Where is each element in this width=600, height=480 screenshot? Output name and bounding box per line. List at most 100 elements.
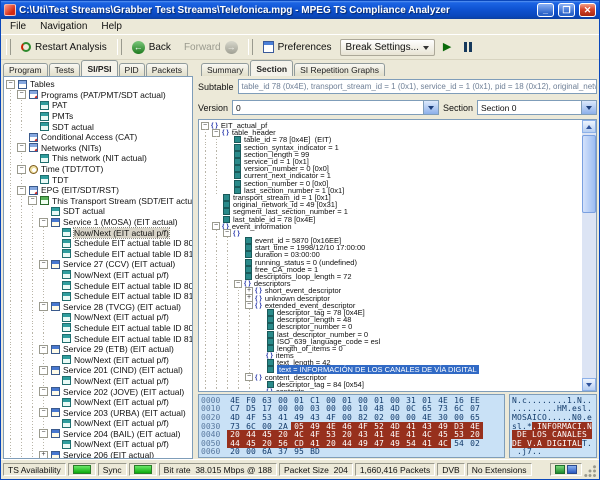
- hex-byte[interactable]: 4C: [435, 439, 451, 448]
- tree-item[interactable]: −Programs (PAT/PMT/SDT actual): [6, 90, 192, 101]
- detail-item[interactable]: descriptor_tag = 84 [0x54]: [201, 381, 582, 388]
- tree-item[interactable]: −Tables: [6, 79, 192, 90]
- tab-program[interactable]: Program: [3, 63, 48, 76]
- collapse-icon[interactable]: −: [17, 90, 26, 99]
- tree-item[interactable]: SDT actual: [6, 206, 192, 217]
- tree-item[interactable]: −Service 28 (TVCG) (EIT actual): [6, 301, 192, 312]
- tree-item[interactable]: Now/Next (EIT actual p/f): [6, 227, 192, 238]
- expand-icon[interactable]: +: [39, 451, 48, 459]
- tab-si-psi[interactable]: SI/PSI: [81, 60, 117, 76]
- detail-item[interactable]: text = INFORMACIÓN DE LOS CANALES DE VÍA…: [201, 366, 582, 373]
- hex-byte[interactable]: 20: [323, 439, 339, 448]
- detail-item[interactable]: +{ }short_event_descriptor: [201, 287, 582, 294]
- hex-byte[interactable]: BD: [307, 447, 323, 456]
- tree-item[interactable]: PMTs: [6, 111, 192, 122]
- tree-item[interactable]: −Service 1 (MOSA) (EIT actual): [6, 217, 192, 228]
- tree-item[interactable]: This network (NIT actual): [6, 153, 192, 164]
- tree-item[interactable]: Now/Next (EIT actual p/f): [6, 397, 192, 408]
- detail-item[interactable]: ISO_639_language_code = esl: [201, 338, 582, 345]
- collapse-icon[interactable]: −: [17, 143, 26, 152]
- tab-summary[interactable]: Summary: [201, 63, 249, 76]
- tree-item[interactable]: Now/Next (EIT actual p/f): [6, 312, 192, 323]
- scroll-down-button[interactable]: [582, 378, 596, 391]
- collapse-icon[interactable]: −: [39, 260, 48, 269]
- collapse-icon[interactable]: −: [39, 345, 48, 354]
- tree-item[interactable]: Schedule EIT actual table ID 80 (0x50): [6, 280, 192, 291]
- collapse-icon[interactable]: −: [17, 186, 26, 195]
- tree-item[interactable]: PAT: [6, 100, 192, 111]
- close-button[interactable]: ✕: [579, 3, 596, 17]
- forward-button[interactable]: Forward →: [179, 39, 243, 56]
- vertical-scrollbar[interactable]: [582, 120, 596, 391]
- restart-analysis-button[interactable]: Restart Analysis: [16, 40, 112, 55]
- tree-item[interactable]: Now/Next (EIT actual p/f): [6, 376, 192, 387]
- tree-item[interactable]: Schedule EIT actual table ID 81 (0x51): [6, 249, 192, 260]
- detail-item[interactable]: −{ }descriptors: [201, 280, 582, 287]
- collapse-icon[interactable]: −: [39, 387, 48, 396]
- collapse-icon[interactable]: −: [39, 302, 48, 311]
- collapse-icon[interactable]: −: [6, 80, 15, 89]
- tree-item[interactable]: −This Transport Stream (SDT/EIT actual): [6, 196, 192, 207]
- detail-item[interactable]: −{ }event_information: [201, 223, 582, 230]
- tree-item[interactable]: Schedule EIT actual table ID 80 (0x50): [6, 323, 192, 334]
- pause-button[interactable]: [459, 40, 477, 54]
- menu-help[interactable]: Help: [94, 21, 129, 32]
- minimize-button[interactable]: _: [537, 3, 554, 17]
- scroll-track[interactable]: [582, 133, 596, 378]
- tree-item[interactable]: Conditional Access (CAT): [6, 132, 192, 143]
- hex-byte[interactable]: 95: [291, 447, 307, 456]
- hex-byte[interactable]: 6A: [259, 447, 275, 456]
- version-combo[interactable]: 0: [232, 100, 439, 115]
- version-dropdown-icon[interactable]: [423, 101, 438, 114]
- toolbar-grip[interactable]: [6, 39, 11, 55]
- subtable-field[interactable]: table_id 78 (0x4E), transport_stream_id …: [238, 79, 597, 94]
- hex-byte[interactable]: 37: [275, 447, 291, 456]
- tree-item[interactable]: Now/Next (EIT actual p/f): [6, 418, 192, 429]
- preferences-button[interactable]: Preferences: [258, 39, 337, 55]
- hex-byte[interactable]: 02: [467, 439, 483, 448]
- back-button[interactable]: ← Back: [127, 39, 176, 56]
- section-combo[interactable]: Section 0: [477, 100, 597, 115]
- tree-item[interactable]: Now/Next (EIT actual p/f): [6, 354, 192, 365]
- tree-item[interactable]: −Service 201 (CIND) (EIT actual): [6, 365, 192, 376]
- tree-item[interactable]: Schedule EIT actual table ID 81 (0x51): [6, 291, 192, 302]
- tree-item[interactable]: −Service 27 (CCV) (EIT actual): [6, 259, 192, 270]
- tab-packets[interactable]: Packets: [146, 63, 188, 76]
- tree-item[interactable]: −Time (TDT/TOT): [6, 164, 192, 175]
- hex-byte[interactable]: 49: [387, 439, 403, 448]
- detail-item[interactable]: descriptor_number = 0: [201, 323, 582, 330]
- menu-navigation[interactable]: Navigation: [33, 21, 94, 32]
- tab-tests[interactable]: Tests: [49, 63, 81, 76]
- section-dropdown-icon[interactable]: [581, 101, 596, 114]
- tree-item[interactable]: −Service 29 (ETB) (EIT actual): [6, 344, 192, 355]
- scroll-thumb[interactable]: [582, 135, 596, 213]
- collapse-icon[interactable]: −: [39, 429, 48, 438]
- detail-item[interactable]: descriptor_length = 48: [201, 316, 582, 323]
- tree-item[interactable]: Schedule EIT actual table ID 81 (0x51): [6, 333, 192, 344]
- detail-item[interactable]: last_descriptor_number = 0: [201, 330, 582, 337]
- break-settings-button[interactable]: Break Settings...: [340, 39, 435, 56]
- tree-item[interactable]: −EPG (EIT/SDT/RST): [6, 185, 192, 196]
- hex-byte[interactable]: 47: [371, 439, 387, 448]
- detail-item[interactable]: { }items: [201, 352, 582, 359]
- tab-si-repetition-graphs[interactable]: SI Repetition Graphs: [294, 63, 385, 76]
- tree-item[interactable]: Now/Next (EIT actual p/f): [6, 439, 192, 450]
- tab-pid[interactable]: PID: [119, 63, 145, 76]
- hex-byte[interactable]: 20: [227, 447, 243, 456]
- menu-file[interactable]: File: [3, 21, 33, 32]
- hex-byte[interactable]: 49: [355, 439, 371, 448]
- hex-byte[interactable]: 00: [243, 447, 259, 456]
- title-bar[interactable]: C:\Uti\Test Streams\Grabber Test Streams…: [1, 1, 599, 19]
- resize-grip[interactable]: [584, 465, 597, 478]
- detail-item[interactable]: length_of_items = 0: [201, 345, 582, 352]
- collapse-icon[interactable]: −: [39, 218, 48, 227]
- detail-item[interactable]: descriptor_tag = 78 [0x4E]: [201, 309, 582, 316]
- tree-item[interactable]: Schedule EIT actual table ID 80 (0x50): [6, 238, 192, 249]
- detail-item[interactable]: +{ }unknown descriptor: [201, 295, 582, 302]
- detail-item[interactable]: { }contents: [201, 388, 582, 391]
- hex-byte[interactable]: 41: [419, 439, 435, 448]
- tree-item[interactable]: −Networks (NITs): [6, 143, 192, 154]
- tree-item[interactable]: SDT actual: [6, 121, 192, 132]
- collapse-icon[interactable]: −: [28, 196, 37, 205]
- collapse-icon[interactable]: −: [39, 408, 48, 417]
